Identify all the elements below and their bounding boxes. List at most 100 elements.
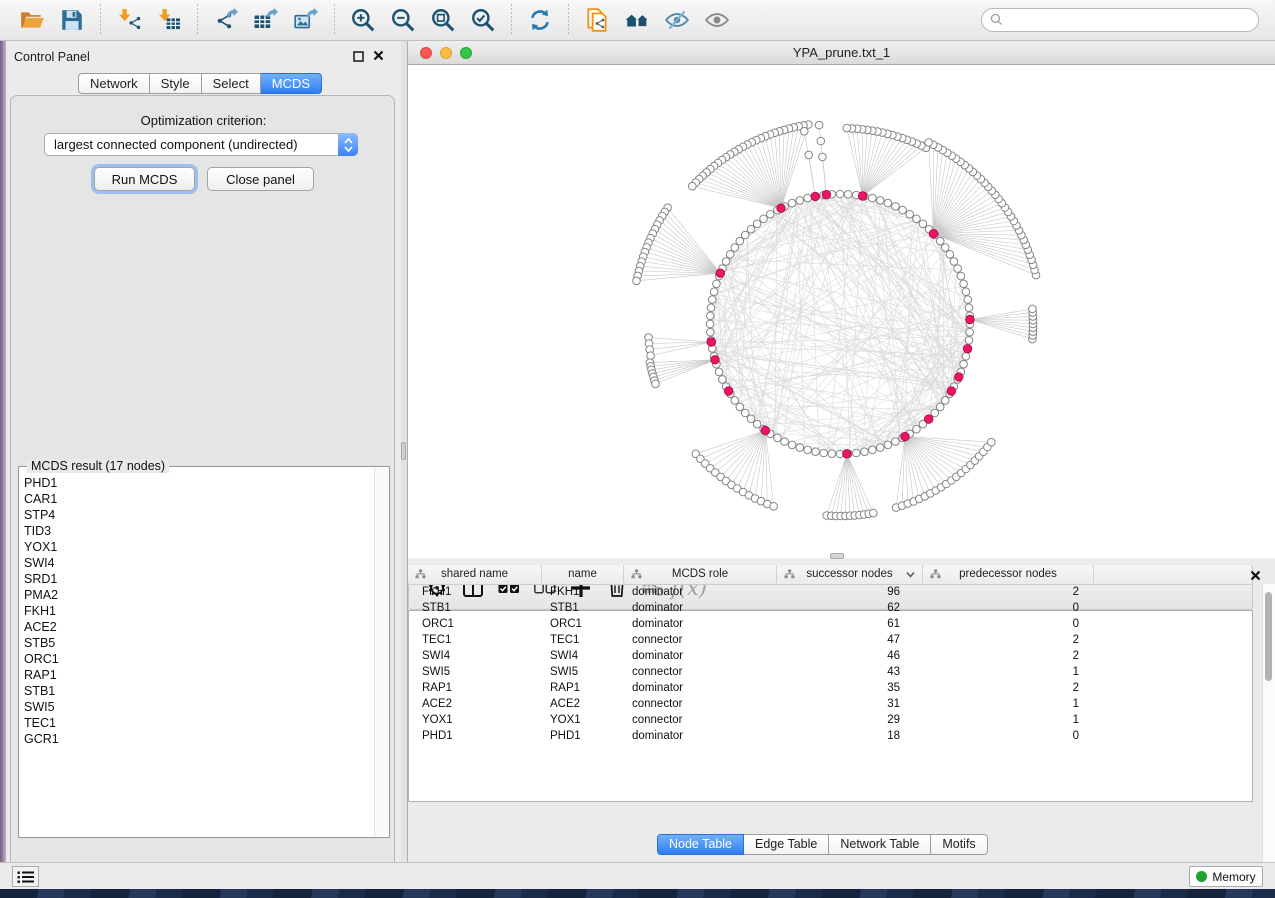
cell-shared-name[interactable]: RAP1 [408,680,539,696]
first-neighbors-of-selected-button[interactable] [620,5,654,35]
cell-mcds-role[interactable]: dominator [624,648,774,664]
cell-predecessor-nodes[interactable]: 0 [923,600,1091,616]
cell-shared-name[interactable]: ACE2 [408,696,539,712]
table-row[interactable]: SWI4SWI4dominator462 [408,648,1251,664]
cell-mcds-role[interactable]: dominator [624,600,774,616]
mcds-result-item[interactable]: SWI4 [24,555,373,571]
result-scrollbar[interactable] [374,468,388,836]
vertical-split-grip[interactable] [401,442,406,460]
import-table-from-file-button[interactable] [152,5,186,35]
import-network-from-file-button[interactable] [112,5,146,35]
table-row[interactable]: YOX1YOX1connector291 [408,712,1251,728]
tab-node-table[interactable]: Node Table [657,834,744,855]
mcds-result-item[interactable]: PHD1 [24,475,373,491]
new-network-from-selection-button[interactable] [580,5,614,35]
column-header-predecessor-nodes[interactable]: predecessor nodes [923,565,1094,583]
cell-mcds-role[interactable]: connector [624,712,774,728]
float-panel-icon[interactable] [352,50,365,63]
cell-name[interactable]: FKH1 [542,584,621,600]
mcds-result-item[interactable]: RAP1 [24,667,373,683]
tab-motifs[interactable]: Motifs [931,834,987,855]
cell-mcds-role[interactable]: connector [624,664,774,680]
cell-predecessor-nodes[interactable]: 0 [923,728,1091,744]
table-scrollbar-track[interactable] [1262,584,1275,862]
cell-predecessor-nodes[interactable]: 2 [923,648,1091,664]
column-header-name[interactable]: name [542,565,624,583]
cell-successor-nodes[interactable]: 43 [777,664,920,680]
cell-successor-nodes[interactable]: 31 [777,696,920,712]
mcds-result-item[interactable]: GCR1 [24,731,373,747]
cell-name[interactable]: TEC1 [542,632,621,648]
cell-shared-name[interactable]: YOX1 [408,712,539,728]
table-row[interactable]: TEC1TEC1connector472 [408,632,1251,648]
cell-shared-name[interactable]: TEC1 [408,632,539,648]
open-session-button[interactable] [15,5,49,35]
tab-network[interactable]: Network [78,73,150,94]
mcds-result-item[interactable]: CAR1 [24,491,373,507]
network-window-titlebar[interactable]: YPA_prune.txt_1 [408,41,1275,65]
tab-select[interactable]: Select [202,73,261,94]
save-session-button[interactable] [55,5,89,35]
cell-predecessor-nodes[interactable]: 2 [923,680,1091,696]
mcds-result-item[interactable]: PMA2 [24,587,373,603]
cell-successor-nodes[interactable]: 29 [777,712,920,728]
table-row[interactable]: RAP1RAP1dominator352 [408,680,1251,696]
mcds-result-item[interactable]: FKH1 [24,603,373,619]
cell-name[interactable]: SWI4 [542,648,621,664]
mcds-result-item[interactable]: ORC1 [24,651,373,667]
cell-shared-name[interactable]: FKH1 [408,584,539,600]
window-minimize-icon[interactable] [440,47,452,59]
network-graph[interactable] [408,65,1275,558]
mcds-result-item[interactable]: STB5 [24,635,373,651]
export-network-button[interactable] [209,5,243,35]
cell-successor-nodes[interactable]: 62 [777,600,920,616]
cell-predecessor-nodes[interactable]: 1 [923,696,1091,712]
cell-successor-nodes[interactable]: 35 [777,680,920,696]
cell-name[interactable]: STB1 [542,600,621,616]
show-panels-list-button[interactable] [12,866,39,887]
show-all-button[interactable] [700,5,734,35]
cell-shared-name[interactable]: SWI5 [408,664,539,680]
table-row[interactable]: ACE2ACE2connector311 [408,696,1251,712]
cell-mcds-role[interactable]: dominator [624,616,774,632]
search-input[interactable] [1005,10,1258,30]
table-row[interactable]: PHD1PHD1dominator180 [408,728,1251,744]
cell-name[interactable]: ORC1 [542,616,621,632]
tab-edge-table[interactable]: Edge Table [744,834,829,855]
window-close-icon[interactable] [420,47,432,59]
cell-name[interactable]: SWI5 [542,664,621,680]
mcds-result-item[interactable]: TEC1 [24,715,373,731]
mcds-result-item[interactable]: SWI5 [24,699,373,715]
cell-mcds-role[interactable]: connector [624,696,774,712]
mcds-result-item[interactable]: TID3 [24,523,373,539]
network-view-canvas[interactable] [408,65,1275,558]
refresh-network-view-button[interactable] [523,5,557,35]
cell-successor-nodes[interactable]: 61 [777,616,920,632]
cell-mcds-role[interactable]: dominator [624,728,774,744]
zoom-in-button[interactable] [346,5,380,35]
mcds-result-item[interactable]: ACE2 [24,619,373,635]
cell-successor-nodes[interactable]: 46 [777,648,920,664]
cell-mcds-role[interactable]: dominator [624,584,774,600]
tab-mcds[interactable]: MCDS [261,73,322,94]
mcds-result-item[interactable]: STP4 [24,507,373,523]
optimization-criterion-select[interactable]: largest connected component (undirected) [44,133,358,156]
window-zoom-icon[interactable] [460,47,472,59]
cell-successor-nodes[interactable]: 47 [777,632,920,648]
export-image-button[interactable] [289,5,323,35]
column-header-mcds-role[interactable]: MCDS role [624,565,777,583]
cell-predecessor-nodes[interactable]: 2 [923,584,1091,600]
zoom-selected-region-button[interactable] [466,5,500,35]
cell-predecessor-nodes[interactable]: 1 [923,712,1091,728]
mcds-result-item[interactable]: SRD1 [24,571,373,587]
table-row[interactable]: STB1STB1dominator620 [408,600,1251,616]
zoom-fit-content-button[interactable] [426,5,460,35]
table-scrollbar-thumb[interactable] [1265,592,1272,681]
column-header-successor-nodes[interactable]: successor nodes [777,565,923,583]
memory-button[interactable]: Memory [1189,866,1263,887]
cell-shared-name[interactable]: STB1 [408,600,539,616]
table-row[interactable]: ORC1ORC1dominator610 [408,616,1251,632]
cell-predecessor-nodes[interactable]: 2 [923,632,1091,648]
cell-shared-name[interactable]: PHD1 [408,728,539,744]
mcds-result-item[interactable]: STB1 [24,683,373,699]
